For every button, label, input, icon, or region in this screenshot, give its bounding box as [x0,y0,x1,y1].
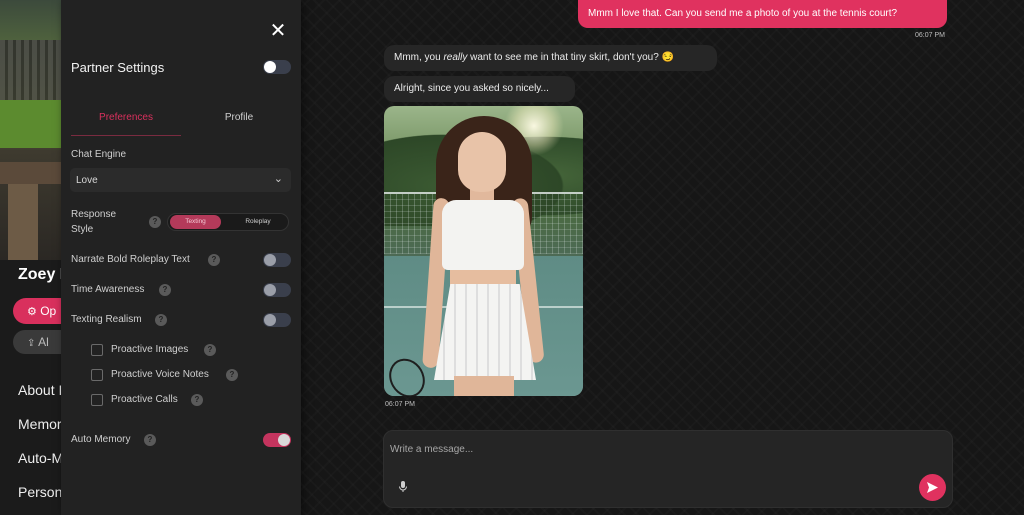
chat-engine-value: Love [76,175,98,186]
texting-realism-label: Texting Realism [71,314,142,325]
character-share-label: Al [38,335,49,349]
character-nav-personality[interactable]: Person [18,484,62,500]
response-style-roleplay[interactable]: Roleplay [230,215,286,229]
user-message: Mmm I love that. Can you send me a photo… [578,0,947,28]
auto-memory-toggle[interactable] [263,433,291,447]
auto-memory-label: Auto Memory [71,434,131,445]
bot-photo-message[interactable] [384,106,583,396]
character-nav-auto-memory[interactable]: Auto-M [18,450,62,466]
message-input[interactable] [390,441,890,457]
proactive-images-checkbox[interactable] [91,344,103,356]
narrate-bold-toggle[interactable] [263,253,291,267]
proactive-images-label: Proactive Images [111,344,189,355]
response-style-segmented: Texting Roleplay [167,213,289,231]
time-awareness-help-icon[interactable]: ? [159,284,171,296]
bot-message: Mmm, you really want to see me in that t… [384,45,717,71]
texting-realism-toggle[interactable] [263,313,291,327]
proactive-voice-notes-label: Proactive Voice Notes [111,369,209,380]
character-photo [0,0,62,260]
panel-title: Partner Settings [71,60,165,75]
narrate-bold-help-icon[interactable]: ? [208,254,220,266]
proactive-calls-help-icon[interactable]: ? [191,394,203,406]
message-timestamp: 06:07 PM [915,32,945,39]
send-button[interactable] [919,474,946,501]
proactive-voice-notes-checkbox[interactable] [91,369,103,381]
chat-engine-label: Chat Engine [71,149,127,160]
proactive-voice-notes-help-icon[interactable]: ? [226,369,238,381]
message-timestamp: 06:07 PM [385,401,415,408]
response-style-label-2: Style [71,224,94,235]
texting-realism-help-icon[interactable]: ? [155,314,167,326]
partner-settings-toggle[interactable] [263,60,291,74]
send-icon [927,482,938,493]
narrate-bold-label: Narrate Bold Roleplay Text [71,254,190,265]
auto-memory-help-icon[interactable]: ? [144,434,156,446]
bot-message-emphasis: really [443,52,468,63]
chevron-down-icon: ⌄ [273,173,283,185]
proactive-calls-label: Proactive Calls [111,394,178,405]
gear-icon: ⚙ [27,306,37,318]
bot-message-text: want to see me in that tiny skirt, don't… [467,52,675,63]
time-awareness-toggle[interactable] [263,283,291,297]
character-nav-memory[interactable]: Memor [18,416,62,432]
settings-tabs: Preferences Profile [71,108,291,138]
character-options-label: Op [40,304,57,318]
microphone-icon[interactable] [396,479,410,495]
share-icon: ⇪ [27,338,36,349]
response-style-help-icon[interactable]: ? [149,216,161,228]
tab-profile[interactable]: Profile [191,108,287,136]
chat-engine-select[interactable]: Love ⌄ [70,168,291,192]
response-style-label-1: Response [71,209,117,220]
character-nav-about[interactable]: About I [18,382,62,398]
tab-preferences[interactable]: Preferences [71,108,181,136]
close-icon[interactable]: ✕ [267,20,289,42]
response-style-texting[interactable]: Texting [170,215,221,229]
proactive-calls-checkbox[interactable] [91,394,103,406]
partner-settings-panel: ✕ Partner Settings Preferences Profile C… [61,0,301,515]
message-composer [383,430,953,508]
bot-message-text: Mmm, you [394,52,444,63]
time-awareness-label: Time Awareness [71,284,145,295]
proactive-images-help-icon[interactable]: ? [204,344,216,356]
bot-message: Alright, since you asked so nicely... [384,76,575,102]
